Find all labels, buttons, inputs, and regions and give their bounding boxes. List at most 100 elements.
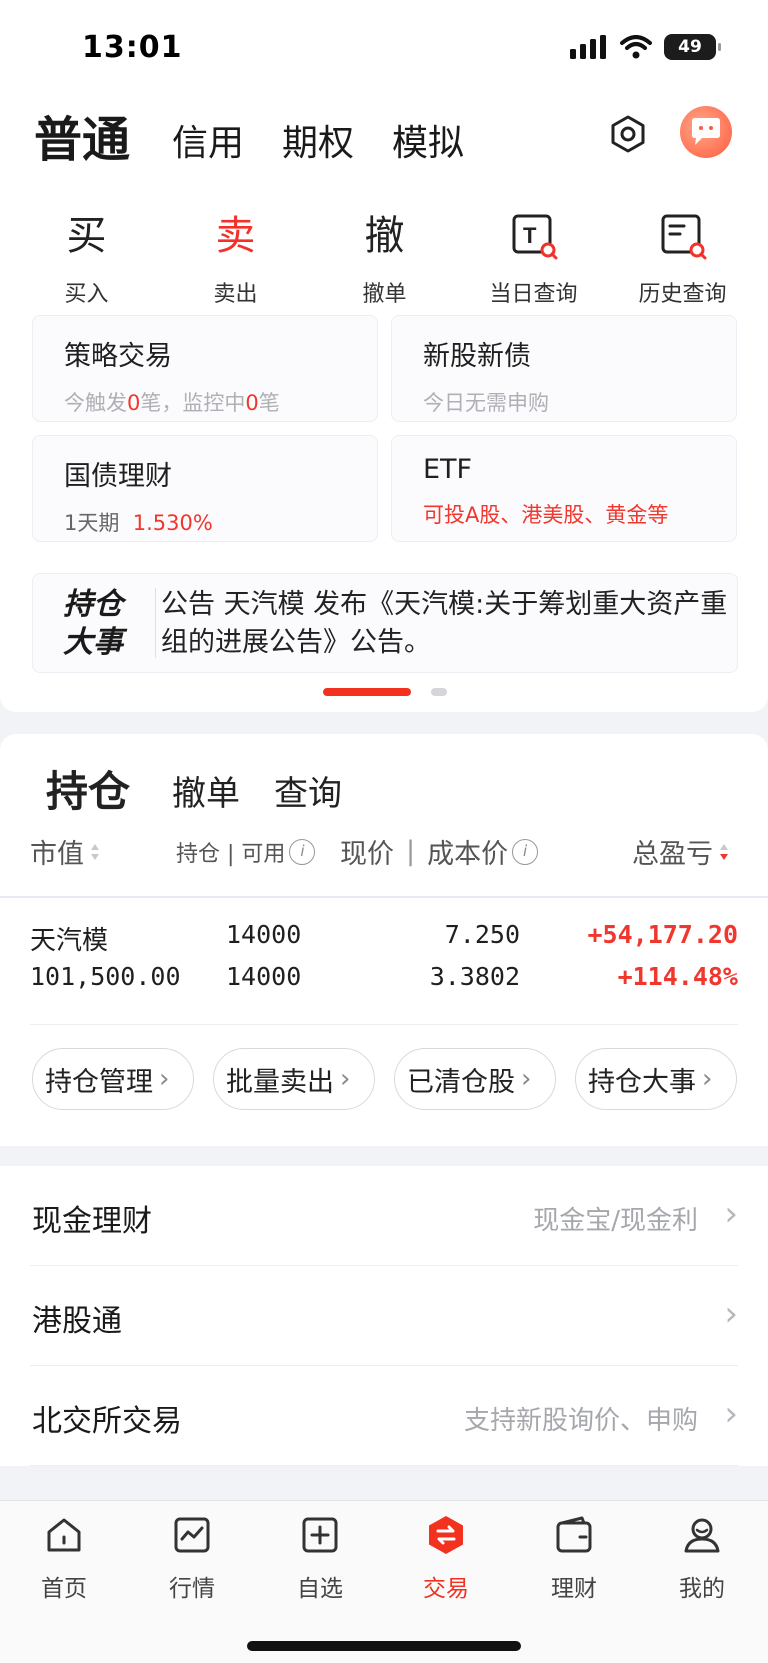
history-query-button[interactable]: 历史查询 bbox=[608, 208, 757, 308]
tab-credit[interactable]: 信用 bbox=[172, 114, 244, 166]
list-item-title: 港股通 bbox=[32, 1304, 122, 1339]
list-item-bse-trading[interactable]: 北交所交易 支持新股询价、申购 › bbox=[30, 1366, 738, 1466]
status-time: 13:01 bbox=[82, 30, 183, 65]
services-list: 现金理财 现金宝/现金利 › 港股通 › 北交所交易 支持新股询价、申购 › bbox=[0, 1166, 768, 1466]
buy-button[interactable]: 买 买入 bbox=[12, 208, 161, 308]
cancel-order-button[interactable]: 撤 撤单 bbox=[310, 208, 459, 308]
tab-normal[interactable]: 普通 bbox=[31, 100, 130, 170]
list-item-title: 北交所交易 bbox=[32, 1404, 182, 1439]
holding-event-badge: 持仓大事 bbox=[63, 587, 123, 660]
user-icon bbox=[684, 1518, 720, 1553]
header-divider bbox=[0, 896, 768, 898]
tab-options[interactable]: 期权 bbox=[282, 114, 354, 166]
nav-profile[interactable]: 我的 bbox=[642, 1513, 762, 1603]
assistant-chat-icon bbox=[692, 118, 720, 145]
sort-icon bbox=[91, 843, 99, 860]
status-icons: 49 bbox=[570, 34, 721, 60]
nav-wealth[interactable]: 理财 bbox=[514, 1513, 634, 1603]
today-query-button[interactable]: T 当日查询 bbox=[459, 208, 608, 308]
nav-market-label: 行情 bbox=[169, 1576, 215, 1602]
notice-text: 公告 天汽模 发布《天汽模:关于筹划重大资产重组的进展公告》公告。 bbox=[161, 589, 728, 658]
nav-home[interactable]: 首页 bbox=[4, 1513, 124, 1603]
position-manage-button[interactable]: 持仓管理 › bbox=[32, 1048, 194, 1110]
bottom-nav: 首页 行情 自选 交易 理财 我的 bbox=[0, 1500, 768, 1663]
tab-positions[interactable]: 持仓 bbox=[46, 758, 130, 819]
tab-cancel-orders[interactable]: 撤单 bbox=[172, 766, 240, 815]
pager-dot-active bbox=[323, 688, 411, 696]
col-hold-available: 持仓 | 可用 i bbox=[176, 836, 316, 868]
list-item-cash-management[interactable]: 现金理财 现金宝/现金利 › bbox=[30, 1166, 738, 1266]
info-icon[interactable]: i bbox=[289, 839, 316, 865]
account-tab-bar: 普通 信用 期权 模拟 bbox=[0, 100, 768, 180]
nav-watchlist[interactable]: 自选 bbox=[260, 1513, 380, 1603]
quick-actions: 买 买入 卖 卖出 撤 撤单 T 当日查询 历史查询 bbox=[0, 208, 768, 308]
cleared-stocks-button[interactable]: 已清仓股 › bbox=[394, 1048, 556, 1110]
nav-profile-label: 我的 bbox=[679, 1576, 725, 1602]
total-pl: +54,177.20 bbox=[587, 920, 738, 949]
strategy-trade-title: 策略交易 bbox=[64, 341, 172, 372]
total-pl-pct: +114.48% bbox=[617, 962, 738, 991]
list-item-hint: 支持新股询价、申购 bbox=[463, 1406, 698, 1436]
svg-text:T: T bbox=[523, 223, 537, 248]
wallet-icon bbox=[556, 1516, 592, 1553]
holding-event-notice[interactable]: 持仓大事 公告 天汽模 发布《天汽模:关于筹划重大资产重组的进展公告》公告。 bbox=[32, 573, 738, 673]
notice-divider bbox=[155, 588, 156, 658]
history-query-icon bbox=[608, 208, 757, 264]
trade-functions-card: 买 买入 卖 卖出 撤 撤单 T 当日查询 历史查询 策略交易 今触发0笔，监控… bbox=[0, 180, 768, 712]
tab-simulation[interactable]: 模拟 bbox=[392, 114, 464, 166]
sort-desc-icon bbox=[720, 843, 728, 860]
buy-label: 买入 bbox=[64, 282, 109, 307]
list-item-title: 现金理财 bbox=[32, 1204, 152, 1239]
status-bar: 13:01 49 bbox=[0, 0, 768, 100]
etf-tile[interactable]: ETF 可投A股、港美股、黄金等 bbox=[391, 435, 737, 542]
add-watchlist-icon bbox=[302, 1517, 338, 1553]
settings-icon[interactable] bbox=[608, 114, 648, 154]
chevron-right-icon: › bbox=[724, 1294, 738, 1334]
battery-icon: 49 bbox=[664, 34, 721, 60]
nav-watchlist-label: 自选 bbox=[297, 1576, 343, 1602]
info-icon[interactable]: i bbox=[512, 838, 539, 865]
buy-icon: 买 bbox=[66, 213, 107, 259]
batch-sell-button[interactable]: 批量卖出 › bbox=[213, 1048, 375, 1110]
home-indicator[interactable] bbox=[247, 1641, 521, 1651]
market-value: 101,500.00 bbox=[30, 962, 181, 991]
cost-price: 3.3802 bbox=[429, 962, 520, 991]
chevron-right-icon: › bbox=[724, 1394, 738, 1434]
strategy-trade-summary: 今触发0笔，监控中0笔 bbox=[64, 391, 280, 415]
nav-wealth-label: 理财 bbox=[551, 1576, 597, 1602]
available-qty: 14000 bbox=[226, 962, 302, 991]
nav-market[interactable]: 行情 bbox=[132, 1513, 252, 1603]
col-total-pl[interactable]: 总盈亏 bbox=[632, 832, 731, 871]
holding-events-button[interactable]: 持仓大事 › bbox=[575, 1048, 737, 1110]
nav-trade-label: 交易 bbox=[423, 1576, 469, 1602]
cancel-order-label: 撤单 bbox=[362, 282, 407, 307]
nav-home-label: 首页 bbox=[41, 1576, 87, 1602]
tab-query[interactable]: 查询 bbox=[274, 766, 342, 815]
col-price-cost: 现价 | 成本价 i bbox=[340, 832, 539, 871]
current-price: 7.250 bbox=[444, 920, 520, 949]
nav-trade[interactable]: 交易 bbox=[386, 1513, 506, 1603]
etf-title: ETF bbox=[423, 454, 473, 485]
list-item-hk-connect[interactable]: 港股通 › bbox=[30, 1266, 738, 1366]
avatar[interactable] bbox=[680, 106, 732, 158]
chevron-right-icon: › bbox=[702, 1064, 713, 1094]
treasury-tile[interactable]: 国债理财 1天期 1.530% bbox=[32, 435, 378, 542]
chevron-right-icon: › bbox=[340, 1064, 351, 1094]
positions-card: 持仓 撤单 查询 市值 持仓 | 可用 i 现价 | 成本价 i 总盈亏 天汽模 101… bbox=[0, 734, 768, 1146]
ipo-tile[interactable]: 新股新债 今日无需申购 bbox=[391, 315, 737, 422]
home-icon bbox=[47, 1518, 81, 1552]
today-query-icon: T bbox=[459, 208, 608, 264]
list-item-hint: 现金宝/现金利 bbox=[533, 1206, 698, 1236]
chevron-right-icon: › bbox=[521, 1064, 532, 1094]
today-query-label: 当日查询 bbox=[489, 282, 578, 307]
strategy-trade-tile[interactable]: 策略交易 今触发0笔，监控中0笔 bbox=[32, 315, 378, 422]
col-market-value[interactable]: 市值 bbox=[30, 832, 102, 871]
row-divider bbox=[30, 1024, 738, 1025]
carousel-indicator bbox=[323, 688, 447, 696]
treasury-title: 国债理财 bbox=[64, 461, 172, 492]
signal-icon bbox=[570, 35, 606, 59]
market-chart-icon bbox=[174, 1517, 210, 1553]
sell-button[interactable]: 卖 卖出 bbox=[161, 208, 310, 308]
history-query-label: 历史查询 bbox=[638, 282, 727, 307]
trade-icon bbox=[429, 1516, 463, 1554]
